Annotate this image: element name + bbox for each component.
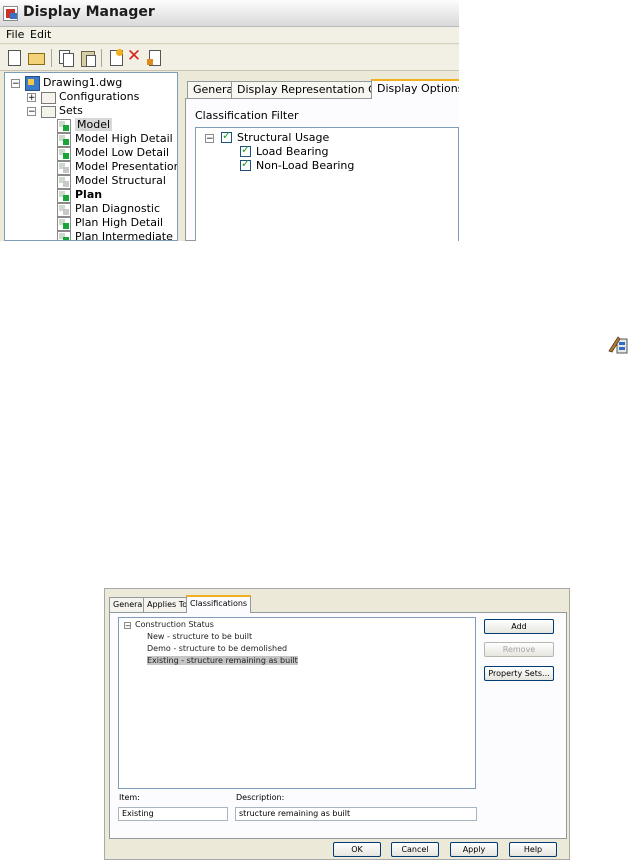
toolbar-separator [51,49,52,67]
tree-item-label: Model Structural [75,174,166,187]
configuration-tree: − Drawing1.dwg + Configurations − Sets M… [4,72,178,241]
tree-item-model-high-detail[interactable]: Model High Detail [57,132,177,147]
help-button[interactable]: Help [509,842,557,857]
menu-bar: File Edit [0,27,459,44]
tree-item-label: Configurations [59,90,140,103]
tree-item-new[interactable]: New - structure to be built [147,632,252,641]
menu-file[interactable]: File [6,28,24,41]
purge-icon[interactable] [145,49,163,67]
collapse-icon[interactable]: − [11,79,20,89]
tree-item-model-presentation[interactable]: Model Presentation [57,160,178,175]
display-set-icon [57,119,71,133]
tree-item-label: Plan High Detail [75,216,164,229]
display-set-icon [57,147,71,161]
load-bearing-label: Load Bearing [256,145,329,158]
tree-item-plan-high-detail[interactable]: Plan High Detail [57,216,177,231]
toolbar: ✕ [0,45,459,71]
window-title: Display Manager [23,4,155,20]
tree-item-plan-diagnostic[interactable]: Plan Diagnostic [57,202,177,217]
item-label: Item: [119,793,140,802]
tree-item-label: Model High Detail [75,132,173,145]
tree-item-configurations[interactable]: + Configurations [27,90,167,104]
tree-item-label: Sets [59,104,83,117]
display-set-icon [57,175,71,189]
display-set-icon [57,217,71,231]
tree-item-plan[interactable]: Plan [57,188,177,203]
display-set-icon [57,203,71,217]
collapse-icon[interactable]: − [124,622,131,630]
tree-item-plan-intermediate-level[interactable]: Plan Intermediate Level [57,230,177,241]
description-label: Description: [236,793,285,802]
load-bearing-checkbox[interactable] [240,143,251,157]
tab-display-options[interactable]: Display Options [371,79,459,99]
item-field[interactable]: Existing [118,807,228,821]
ok-button[interactable]: OK [333,842,381,857]
tree-item-existing[interactable]: Existing - structure remaining as built [147,656,298,665]
toolbar-separator [101,49,102,67]
display-set-icon [57,161,71,175]
tree-item-model-structural[interactable]: Model Structural [57,174,177,189]
tree-item-model[interactable]: Model [57,118,177,133]
new-icon[interactable] [5,49,23,67]
property-sets-button[interactable]: Property Sets... [484,666,554,681]
description-field[interactable]: structure remaining as built [235,807,477,821]
display-set-icon [57,133,71,147]
classification-filter-label: Classification Filter [195,109,299,122]
structural-usage-label: Structural Usage [237,131,330,144]
open-icon[interactable] [27,49,45,67]
tree-item-label: Model Presentation [75,160,178,173]
tree-item-label: Plan Intermediate Level [75,230,177,241]
display-manager-window: Display Manager File Edit ✕ − Drawing1.d… [0,0,459,241]
title-bar: Display Manager [0,0,459,27]
tree-item-drawing[interactable]: − Drawing1.dwg [11,76,171,91]
add-button[interactable]: Add [484,619,554,634]
tree-item-label: Model [75,118,113,131]
collapse-icon[interactable]: − [27,107,36,117]
tree-item-label: Model Low Detail [75,146,170,159]
properties-pane: General Display Representation Control D… [181,72,459,241]
tab-applies-to[interactable]: Applies To [143,597,192,612]
tab-classifications[interactable]: Classifications [186,595,252,613]
classification-tree: − Construction Status New - structure to… [118,617,476,789]
classification-filter-list: − Structural Usage Load Bearing Non-Load… [195,127,459,241]
remove-button[interactable]: Remove [484,642,554,657]
cancel-button[interactable]: Cancel [391,842,439,857]
folder-icon [41,92,56,104]
tree-item-label: Drawing1.dwg [43,76,123,89]
tree-root-construction-status[interactable]: Construction Status [135,620,214,629]
new-set-icon[interactable] [107,49,125,67]
folder-icon [41,106,56,118]
paste-icon[interactable] [79,49,97,67]
tree-item-demo[interactable]: Demo - structure to be demolished [147,644,287,653]
menu-edit[interactable]: Edit [30,28,51,41]
tree-item-model-low-detail[interactable]: Model Low Detail [57,146,177,161]
non-load-bearing-checkbox[interactable] [240,157,251,171]
tree-item-label: Plan [75,188,103,201]
apply-button[interactable]: Apply [450,842,498,857]
display-set-icon [57,231,71,240]
copy-icon[interactable] [57,49,75,67]
non-load-bearing-label: Non-Load Bearing [256,159,355,172]
structural-usage-checkbox[interactable] [221,129,232,143]
classifications-dialog: General Applies To Classifications − Con… [104,588,570,860]
tree-item-label: Plan Diagnostic [75,202,160,215]
display-set-icon [57,189,71,203]
collapse-icon[interactable]: − [205,134,214,144]
tree-item-sets[interactable]: − Sets [27,104,167,118]
expand-icon[interactable]: + [27,93,36,103]
app-icon [3,6,18,21]
display-properties-icon [608,333,628,355]
delete-icon[interactable]: ✕ [125,47,143,67]
drawing-icon [25,76,40,91]
